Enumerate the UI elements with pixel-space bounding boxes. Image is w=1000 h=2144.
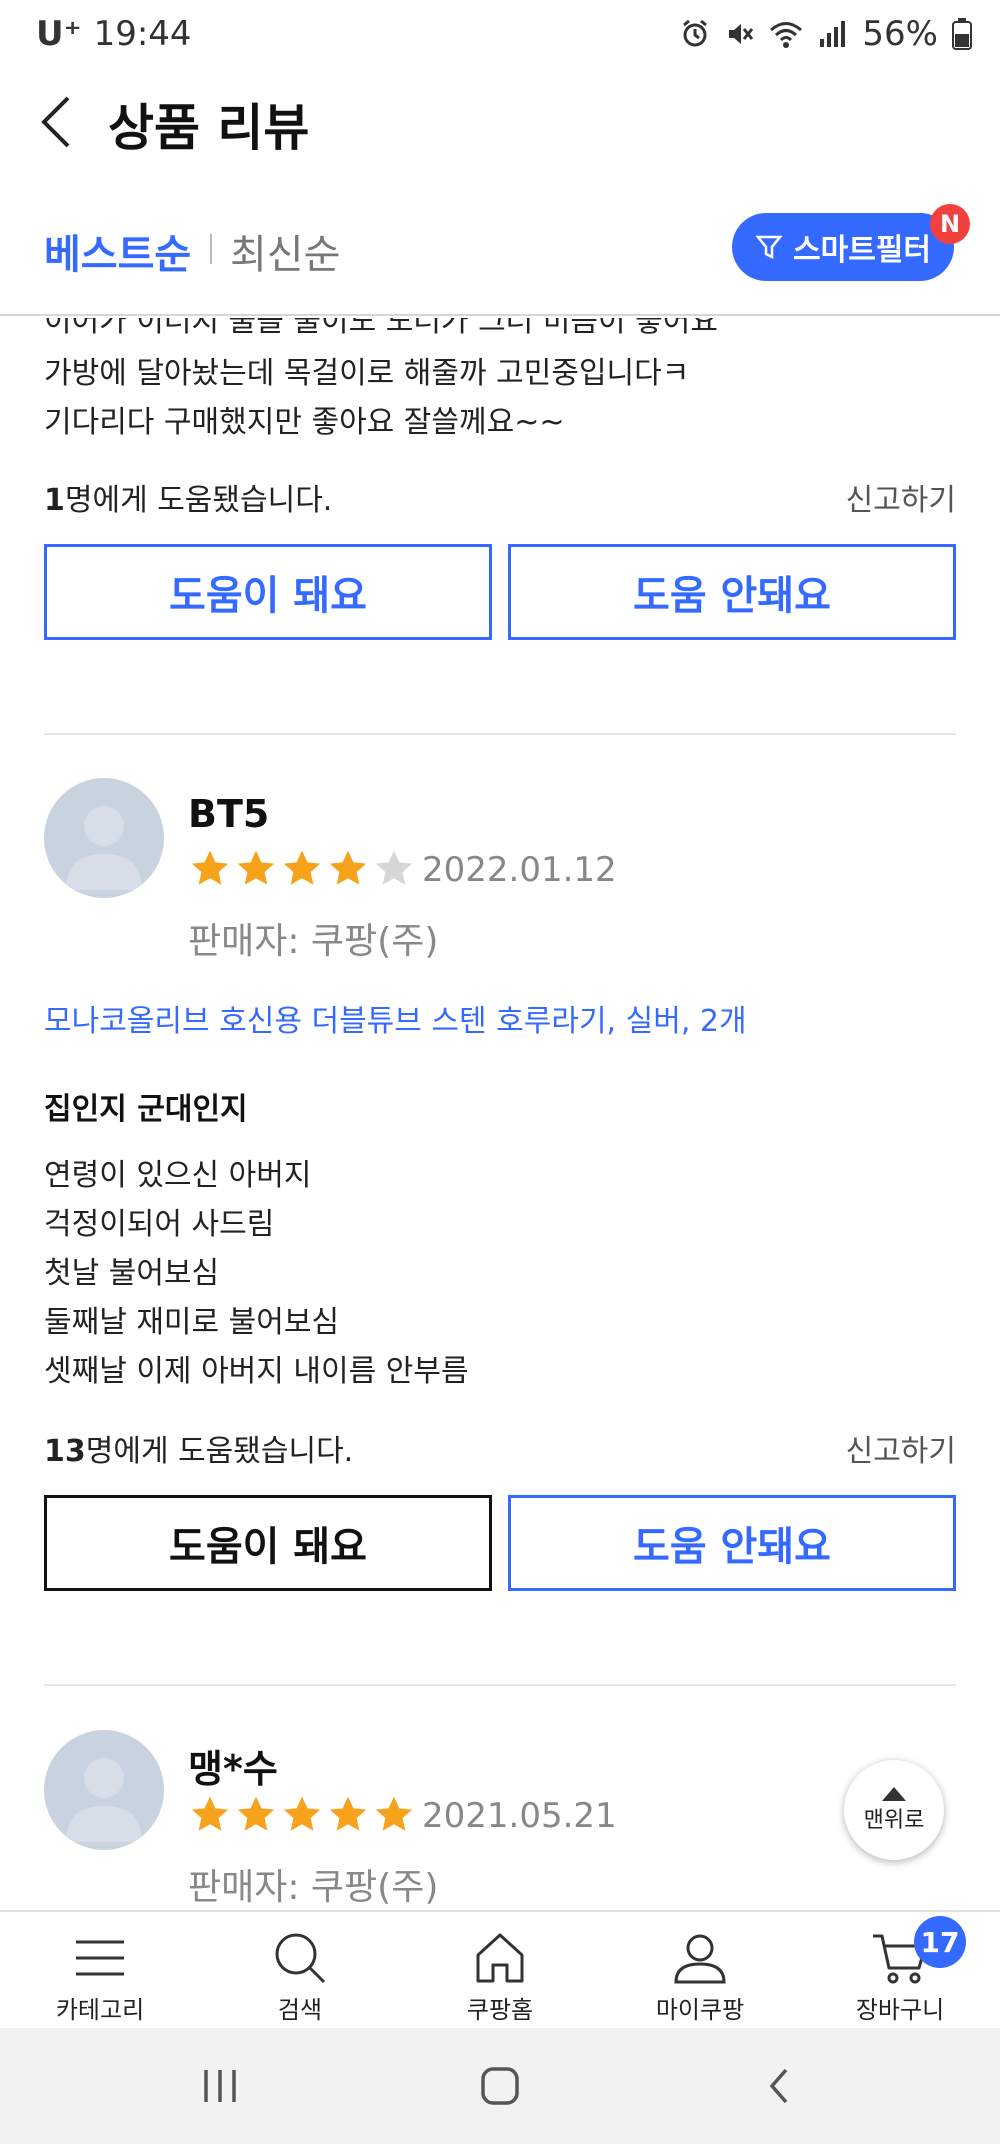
star-icon <box>237 850 275 885</box>
star-icon <box>329 1796 367 1831</box>
nav-category-label: 카테고리 <box>55 1996 145 2024</box>
review-text-line: 셋째날 이제 아버지 내이름 안부름 <box>44 1354 469 1389</box>
avatar <box>44 778 164 898</box>
nav-home[interactable]: 쿠팡홈 <box>420 1926 580 2025</box>
status-bar: U⁺ 19:44 56% <box>0 0 1000 72</box>
seller-label: 판매자: 쿠팡(주) <box>188 921 439 962</box>
bottom-nav: 카테고리 검색 쿠팡홈 마이쿠팡 장바구니 <box>0 1910 1000 2028</box>
reviewer-name: 맹*수 <box>188 1747 278 1791</box>
home-icon <box>476 1933 524 1983</box>
helped-suffix: 명에게 도움됐습니다. <box>85 1434 354 1469</box>
search-icon <box>275 1933 326 1984</box>
nav-home-label: 쿠팡홈 <box>466 1996 534 2024</box>
chevron-left-icon <box>41 96 70 148</box>
review-date: 2022.01.12 <box>422 850 617 890</box>
recent-apps-button[interactable] <box>180 2058 260 2114</box>
sort-newest-tab[interactable]: 최신순 <box>230 222 340 280</box>
avatar <box>44 1730 164 1850</box>
seller-label: 판매자: 쿠팡(주) <box>188 1867 439 1908</box>
star-icon <box>237 1796 275 1831</box>
mute-icon <box>729 24 754 44</box>
helped-count: 13 <box>44 1434 86 1469</box>
product-option-link[interactable]: 모나코올리브 호신용 더블튜브 스텐 호루라기, 실버, 2개 <box>44 996 747 1040</box>
report-link[interactable]: 신고하기 <box>846 475 956 519</box>
carrier-label: U⁺ <box>36 14 82 54</box>
star-rating <box>188 848 416 890</box>
triangle-up-icon <box>882 1787 906 1801</box>
filter-icon <box>755 235 783 260</box>
nav-search[interactable]: 검색 <box>220 1926 380 2025</box>
review-text-line: 가방에 달아놨는데 목걸이로 해줄까 고민중입니다ㅋ <box>44 356 690 391</box>
signal-icon <box>820 21 846 47</box>
alarm-icon <box>683 19 708 47</box>
star-icon <box>191 850 229 885</box>
smart-filter-label: 스마트필터 <box>793 233 931 268</box>
helpful-button[interactable]: 도움이 돼요 <box>44 1495 492 1591</box>
user-icon <box>674 1934 726 1984</box>
not-helpful-button[interactable]: 도움 안돼요 <box>508 544 956 640</box>
review-headline: 집인지 군대인지 <box>44 1092 248 1127</box>
nav-my-label: 마이쿠팡 <box>655 1996 745 2024</box>
not-helpful-button[interactable]: 도움 안돼요 <box>508 1495 956 1591</box>
nav-my-coupang[interactable]: 마이쿠팡 <box>620 1926 780 2025</box>
star-icon <box>375 850 413 885</box>
star-icon <box>329 850 367 885</box>
user-silhouette-icon <box>66 806 142 890</box>
sort-bar: 베스트순 최신순 스마트필터 N <box>0 200 1000 316</box>
review-text-line: 걱정이되어 사드림 <box>44 1207 275 1242</box>
star-icon <box>191 1796 229 1831</box>
home-system-button[interactable] <box>460 2058 540 2114</box>
reviewer-name: BT5 <box>188 792 270 836</box>
cart-count-badge: 17 <box>914 1916 966 1968</box>
page-title: 상품 리뷰 <box>108 99 310 157</box>
star-rating <box>188 1794 416 1836</box>
battery-percent: 56% <box>862 14 938 54</box>
system-nav-bar <box>0 2028 1000 2144</box>
scroll-to-top-button[interactable]: 맨위로 <box>844 1760 944 1860</box>
recent-apps-icon <box>204 2070 236 2102</box>
star-icon <box>283 1796 321 1831</box>
review-separator <box>44 1684 956 1686</box>
menu-icon <box>76 1940 124 1976</box>
helped-count-text: 1명에게 도움됐습니다. <box>44 475 332 519</box>
nav-category[interactable]: 카테고리 <box>20 1926 180 2025</box>
review-text-line: 이어가 이더지 물을 물이도 도더가 그더 미듬이 좋어요 <box>44 318 718 339</box>
review-text-line: 연령이 있으신 아버지 <box>44 1158 312 1193</box>
user-silhouette-icon <box>66 1758 142 1842</box>
review-date: 2021.05.21 <box>422 1796 617 1836</box>
report-link[interactable]: 신고하기 <box>846 1426 956 1470</box>
star-icon <box>283 850 321 885</box>
system-back-button[interactable] <box>740 2058 820 2114</box>
review-text-line: 첫날 불어보심 <box>44 1256 220 1291</box>
wifi-icon <box>770 22 803 48</box>
battery-icon <box>952 18 972 50</box>
sort-divider <box>210 234 212 264</box>
scroll-to-top-label: 맨위로 <box>863 1808 925 1833</box>
review-list: 이어가 이더지 물을 물이도 도더가 그더 미듬이 좋어요 가방에 달아놨는데 … <box>0 318 1000 1910</box>
nav-search-label: 검색 <box>277 1996 323 2024</box>
new-badge: N <box>930 204 970 244</box>
home-square-icon <box>481 2067 519 2105</box>
review-separator <box>44 733 956 735</box>
sort-best-tab[interactable]: 베스트순 <box>44 222 191 280</box>
smart-filter-button[interactable]: 스마트필터 <box>732 213 954 281</box>
star-icon <box>375 1796 413 1831</box>
status-left: U⁺ 19:44 <box>36 14 192 54</box>
status-right: 56% <box>680 14 972 54</box>
helped-suffix: 명에게 도움됐습니다. <box>64 483 333 518</box>
app-header: 상품 리뷰 <box>0 72 1000 172</box>
chevron-left-icon <box>769 2068 788 2104</box>
review-text-line: 둘째날 재미로 불어보심 <box>44 1305 340 1340</box>
back-button[interactable] <box>34 92 84 152</box>
helped-count: 1 <box>44 483 65 518</box>
review-text-line: 기다리다 구매했지만 좋아요 잘쓸께요~~ <box>44 405 565 440</box>
nav-cart-label: 장바구니 <box>855 1996 945 2024</box>
helped-count-text: 13명에게 도움됐습니다. <box>44 1426 353 1470</box>
status-time: 19:44 <box>93 14 192 54</box>
helpful-button[interactable]: 도움이 돼요 <box>44 544 492 640</box>
